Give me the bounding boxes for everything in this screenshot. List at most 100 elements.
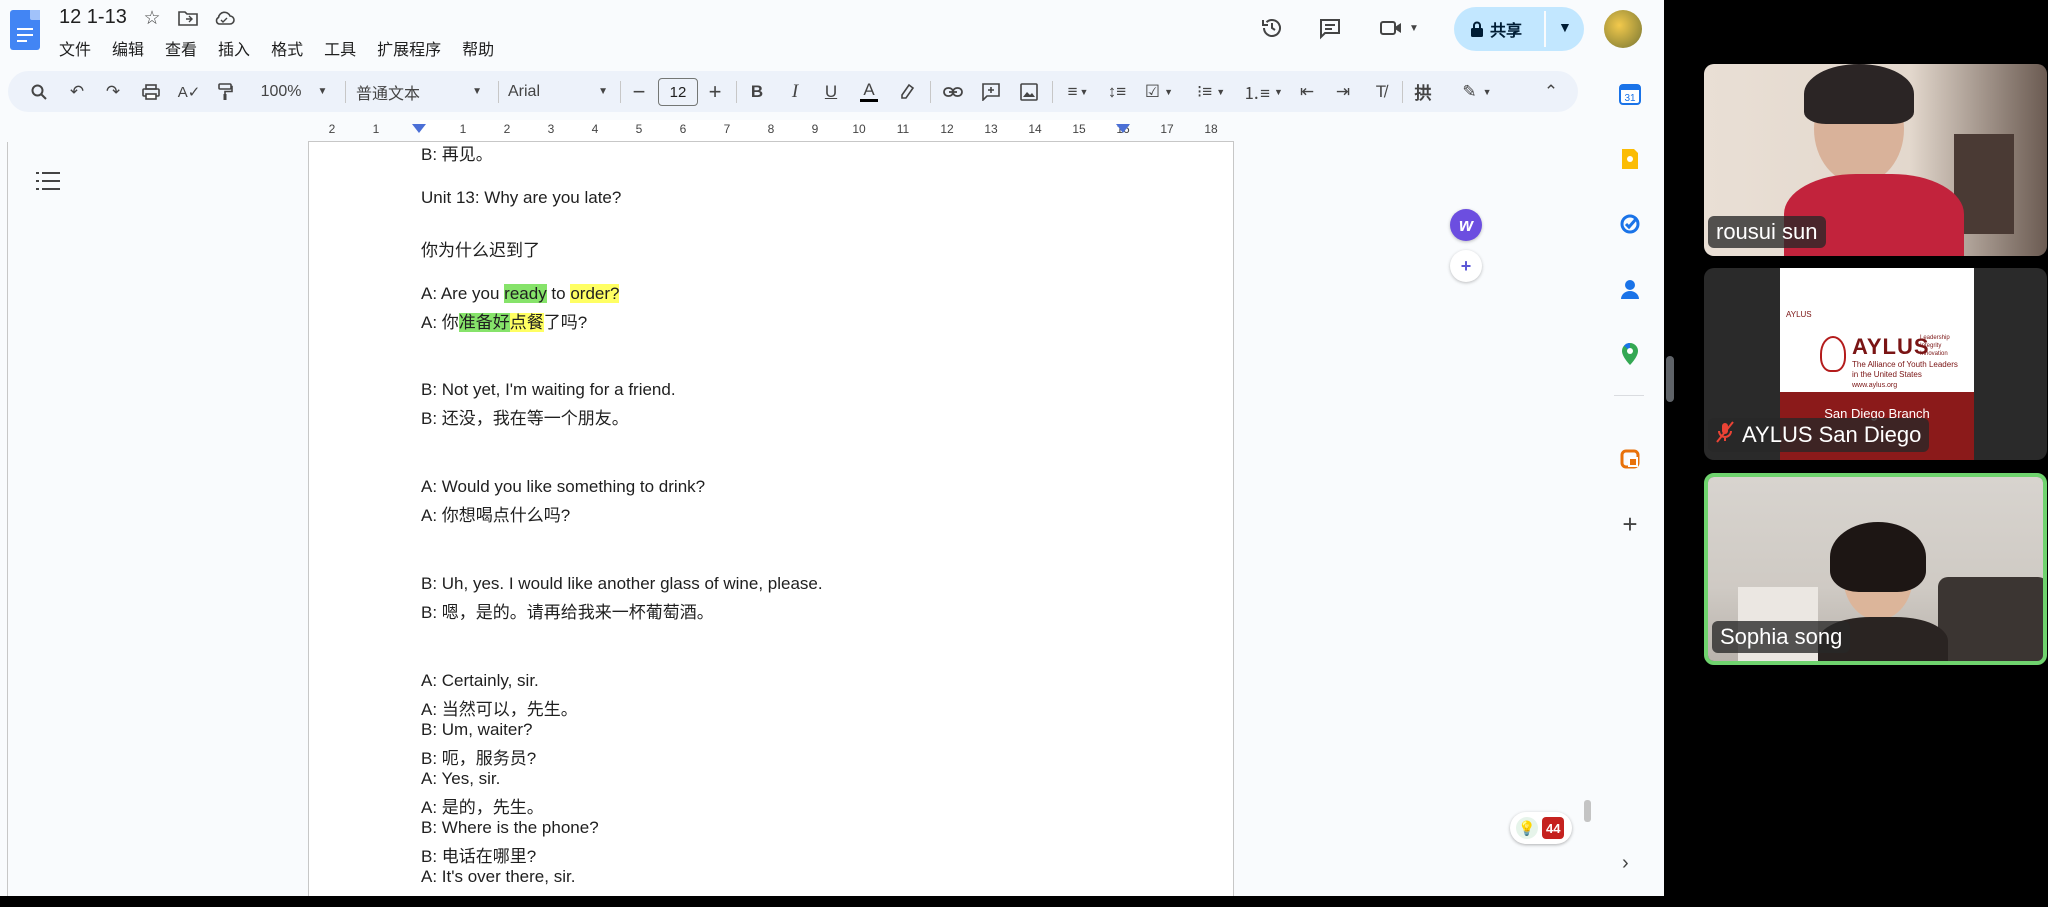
meet-camera-icon[interactable]: ▼: [1374, 12, 1424, 44]
ruler-number: 1: [459, 122, 467, 136]
numbered-list-icon[interactable]: ⒈≡ ▼: [1240, 71, 1286, 112]
panel-resize-handle[interactable]: [1666, 356, 1674, 402]
aylus-title: AYLUS: [1852, 334, 1930, 359]
zoom-select[interactable]: 100% ▼: [254, 71, 334, 112]
document-page[interactable]: B: 再见。 Unit 13: Why are you late? 你为什么迟到…: [308, 142, 1234, 896]
extension-icon[interactable]: 拱: [1408, 71, 1438, 112]
bulleted-list-icon[interactable]: ⁝≡ ▼: [1188, 71, 1234, 112]
align-icon[interactable]: ≡ ▼: [1058, 71, 1098, 112]
collapse-toolbar-icon[interactable]: ⌃: [1536, 71, 1566, 112]
document-outline-icon[interactable]: [36, 170, 60, 192]
contacts-icon[interactable]: [1616, 275, 1644, 303]
text-run: A: Are you: [421, 284, 505, 303]
ruler-number: 15: [1072, 122, 1086, 136]
undo-icon[interactable]: ↶: [64, 71, 90, 112]
checklist-icon[interactable]: ☑ ▼: [1136, 71, 1182, 112]
font-size-input[interactable]: 12: [658, 78, 698, 106]
menu-tools[interactable]: 工具: [324, 36, 356, 60]
ruler-number: 13: [984, 122, 998, 136]
participant-tile-active-speaker[interactable]: Sophia song: [1704, 473, 2047, 665]
share-dropdown-icon[interactable]: ▼: [1558, 19, 1572, 35]
underline-icon[interactable]: U: [816, 71, 846, 112]
text-run: to: [546, 284, 571, 303]
add-comment-icon[interactable]: [976, 71, 1006, 112]
text-color-icon[interactable]: A: [854, 71, 884, 112]
calendar-icon[interactable]: 31: [1616, 80, 1644, 108]
menu-format[interactable]: 格式: [271, 36, 303, 60]
rail-divider: [1614, 395, 1644, 396]
doc-line: A: Certainly, sir.: [421, 671, 539, 690]
zoom-value: 100%: [260, 82, 302, 100]
search-menus-icon[interactable]: [26, 71, 52, 112]
insert-image-icon[interactable]: [1014, 71, 1044, 112]
menu-view[interactable]: 查看: [165, 36, 197, 60]
spellcheck-icon[interactable]: A✓: [176, 71, 202, 112]
doc-line: A: Would you like something to drink?: [421, 477, 706, 496]
ruler-number: 8: [767, 122, 775, 136]
maps-icon[interactable]: [1616, 340, 1644, 368]
title-icons: ☆: [140, 6, 236, 30]
notifications-badge[interactable]: 💡 44: [1510, 812, 1572, 844]
participant-name: AYLUS San Diego: [1742, 422, 1922, 447]
add-floating-icon[interactable]: +: [1450, 250, 1482, 282]
account-avatar[interactable]: [1604, 10, 1642, 48]
cloud-status-icon[interactable]: [212, 6, 236, 30]
italic-icon[interactable]: I: [780, 71, 810, 112]
menu-help[interactable]: 帮助: [462, 36, 494, 60]
insert-link-icon[interactable]: [938, 71, 968, 112]
decrease-indent-icon[interactable]: ⇤: [1292, 71, 1322, 112]
aylus-small-logo: AYLUS: [1786, 310, 1812, 319]
ruler-number: 2: [328, 122, 336, 136]
font-value: Arial: [508, 82, 541, 100]
move-folder-icon[interactable]: [176, 6, 200, 30]
increase-indent-icon[interactable]: ⇥: [1328, 71, 1358, 112]
menu-extensions[interactable]: 扩展程序: [377, 36, 441, 60]
ruler[interactable]: 2 1 1 2 3 4 5 6 7 8 9 10 11 12 13 14 15 …: [0, 120, 1580, 142]
participant-tile[interactable]: AYLUS AYLUS Leadership Integrity Innovat…: [1704, 268, 2047, 460]
aylus-url: www.aylus.org: [1852, 382, 1898, 389]
participant-tile[interactable]: rousui sun: [1704, 64, 2047, 256]
get-addons-icon[interactable]: +: [1616, 509, 1644, 539]
docs-logo-icon[interactable]: [10, 10, 40, 50]
right-indent-marker[interactable]: [1116, 124, 1130, 133]
share-button[interactable]: 共享 ▼: [1454, 7, 1584, 51]
ruler-number: 12: [940, 122, 954, 136]
style-select[interactable]: 普通文本 ▼: [356, 71, 486, 112]
ruler-number: 17: [1160, 122, 1174, 136]
version-history-icon[interactable]: [1256, 12, 1288, 44]
doc-line: B: 再见。: [421, 145, 493, 164]
keep-icon[interactable]: [1616, 145, 1644, 173]
addon-icon[interactable]: [1616, 445, 1644, 473]
menu-file[interactable]: 文件: [59, 36, 91, 60]
menu-insert[interactable]: 插入: [218, 36, 250, 60]
vertical-ruler: [0, 142, 8, 896]
doc-line: B: 呃，服务员?: [421, 749, 537, 768]
print-icon[interactable]: [138, 71, 164, 112]
bold-icon[interactable]: B: [742, 71, 772, 112]
tasks-icon[interactable]: [1616, 210, 1644, 238]
increase-font-size-icon[interactable]: +: [702, 71, 728, 112]
line-spacing-icon[interactable]: ↕≡: [1102, 71, 1132, 112]
menu-edit[interactable]: 编辑: [112, 36, 144, 60]
font-select[interactable]: Arial ▼: [508, 71, 608, 112]
show-side-panel-icon[interactable]: ›: [1622, 852, 1629, 875]
doc-line: A: 当然可以，先生。: [421, 700, 578, 719]
doc-line: 你为什么迟到了: [421, 241, 540, 260]
doc-line: A: Yes, sir.: [421, 769, 501, 788]
ruler-number: 18: [1204, 122, 1218, 136]
style-value: 普通文本: [356, 85, 421, 103]
star-icon[interactable]: ☆: [140, 6, 164, 30]
ruler-number: 14: [1028, 122, 1042, 136]
writing-assistant-icon[interactable]: w: [1450, 209, 1482, 241]
clear-formatting-icon[interactable]: T̸: [1366, 71, 1396, 112]
page-scrollbar[interactable]: [1584, 800, 1591, 822]
highlight-color-icon[interactable]: [892, 71, 922, 112]
comments-icon[interactable]: [1314, 12, 1346, 44]
doc-line: B: Uh, yes. I would like another glass o…: [421, 574, 823, 593]
decrease-font-size-icon[interactable]: −: [626, 71, 652, 112]
doc-title[interactable]: 12 1-13: [59, 6, 127, 29]
indent-marker[interactable]: [412, 124, 426, 133]
paint-format-icon[interactable]: [212, 71, 238, 112]
redo-icon[interactable]: ↷: [100, 71, 126, 112]
editing-mode-icon[interactable]: ✎ ▼: [1454, 71, 1500, 112]
